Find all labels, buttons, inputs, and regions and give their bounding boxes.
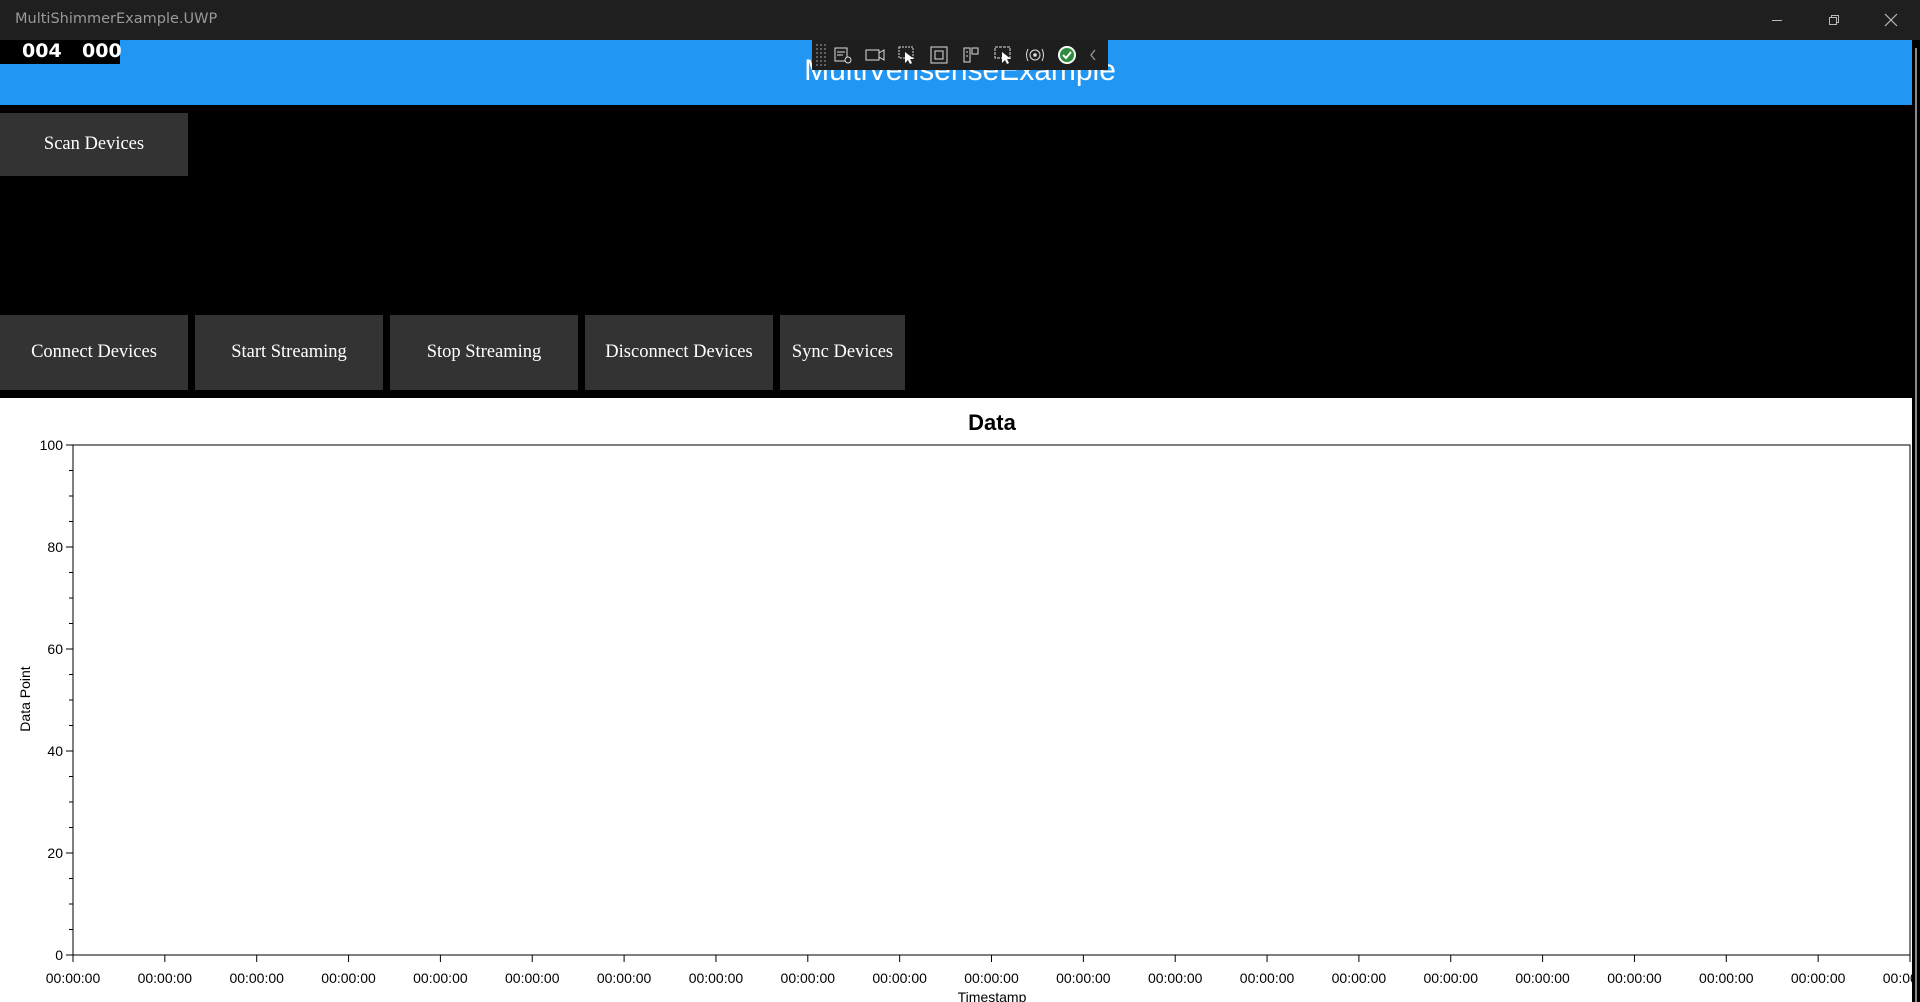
x-tick-label: 00:00:00 xyxy=(872,970,927,986)
connect-devices-button[interactable]: Connect Devices xyxy=(0,315,188,390)
y-tick-label: 20 xyxy=(47,845,63,861)
x-tick-label: 00:00:00 xyxy=(1148,970,1203,986)
disconnect-devices-button[interactable]: Disconnect Devices xyxy=(585,315,773,390)
vertical-scrollbar[interactable] xyxy=(1912,40,1920,1002)
display-layout-adorners-icon xyxy=(930,46,948,64)
x-tick-label: 00:00:00 xyxy=(1883,970,1912,986)
x-tick-label: 00:00:00 xyxy=(1515,970,1570,986)
chart-svg: Data 020406080100 00:00:00 00:00:00 00:00:… xyxy=(17,410,1912,1002)
sync-devices-button[interactable]: Sync Devices xyxy=(780,315,905,390)
x-tick-label: 00:00:00 xyxy=(413,970,468,986)
y-tick-label: 80 xyxy=(47,539,63,555)
track-focus-icon xyxy=(963,47,979,63)
x-tick-label: 00:00:00 xyxy=(1607,970,1662,986)
debug-toolbar xyxy=(812,40,1108,70)
x-tick-label: 00:00:00 xyxy=(46,970,101,986)
live-visual-tree-icon xyxy=(834,47,852,64)
title-bar: MultiShimmerExample.UWP xyxy=(0,0,1920,40)
y-tick-label: 40 xyxy=(47,743,63,759)
x-tick-label: 00:00:00 xyxy=(1056,970,1111,986)
display-layout-adorners-button[interactable] xyxy=(923,40,955,70)
select-element-icon xyxy=(898,46,914,64)
minimize-icon xyxy=(1771,20,1782,21)
x-tick-label: 00:00:00 xyxy=(505,970,560,986)
plot-area xyxy=(72,444,1911,956)
restore-button[interactable] xyxy=(1805,0,1862,40)
close-icon xyxy=(1884,13,1897,27)
x-axis-label: Timestamp xyxy=(958,989,1027,1002)
window-title: MultiShimmerExample.UWP xyxy=(15,11,218,27)
record-icon xyxy=(865,49,885,61)
y-axis-label: Data Point xyxy=(17,666,33,731)
hot-reload-icon xyxy=(1026,48,1044,62)
scrollbar-thumb[interactable] xyxy=(1915,48,1917,1002)
chart-title: Data xyxy=(968,410,1016,435)
x-tick-label: 00:00:00 xyxy=(689,970,744,986)
frame-rate-left: 004 xyxy=(22,40,62,62)
x-tick-label: 00:00:00 xyxy=(321,970,376,986)
x-tick-label: 00:00:00 xyxy=(138,970,193,986)
y-tick-label: 0 xyxy=(55,947,63,963)
binding-status-button[interactable] xyxy=(1051,40,1083,70)
x-tick-label: 00:00:00 xyxy=(1424,970,1479,986)
frame-rate-counter: 004 000 xyxy=(0,40,122,64)
x-tick-label: 00:00:00 xyxy=(1791,970,1846,986)
x-tick-label: 00:00:00 xyxy=(781,970,836,986)
stop-streaming-button[interactable]: Stop Streaming xyxy=(390,315,578,390)
x-tick-label: 00:00:00 xyxy=(964,970,1019,986)
x-tick-label: 00:00:00 xyxy=(229,970,284,986)
toolbar-grip-icon[interactable] xyxy=(815,43,827,67)
live-visual-tree-button[interactable] xyxy=(827,40,859,70)
binding-status-icon xyxy=(1058,46,1076,64)
x-tick-label: 00:00:00 xyxy=(1699,970,1754,986)
y-tick-label: 60 xyxy=(47,641,63,657)
select-element-button[interactable] xyxy=(891,40,923,70)
scan-devices-button[interactable]: Scan Devices xyxy=(0,113,188,176)
track-focus-button[interactable] xyxy=(955,40,987,70)
frame-rate-right: 000 xyxy=(82,40,122,62)
x-tick-label: 00:00:00 xyxy=(1332,970,1387,986)
hot-reload-button[interactable] xyxy=(1019,40,1051,70)
minimize-button[interactable] xyxy=(1748,0,1805,40)
x-axis: 00:00:00 00:00:00 00:00:00 00:00:00 00:00:00… xyxy=(46,955,1912,986)
collapse-chevron-icon xyxy=(1090,49,1096,61)
x-tick-label: 00:00:00 xyxy=(597,970,652,986)
start-streaming-button[interactable]: Start Streaming xyxy=(195,315,383,390)
y-axis: 0 20 40 60 80 100 xyxy=(40,437,73,963)
y-tick-label: 100 xyxy=(40,437,64,453)
restore-icon xyxy=(1828,15,1839,25)
preview-selection-button[interactable] xyxy=(987,40,1019,70)
collapse-toolbar-button[interactable] xyxy=(1083,40,1103,70)
x-tick-label: 00:00:00 xyxy=(1240,970,1295,986)
close-button[interactable] xyxy=(1862,0,1919,40)
preview-selection-icon xyxy=(994,46,1011,64)
data-chart: Data 0 20 40 60 80 100 00:00:00 00:00:00 00:00:… xyxy=(0,398,1912,1002)
record-button[interactable] xyxy=(859,40,891,70)
